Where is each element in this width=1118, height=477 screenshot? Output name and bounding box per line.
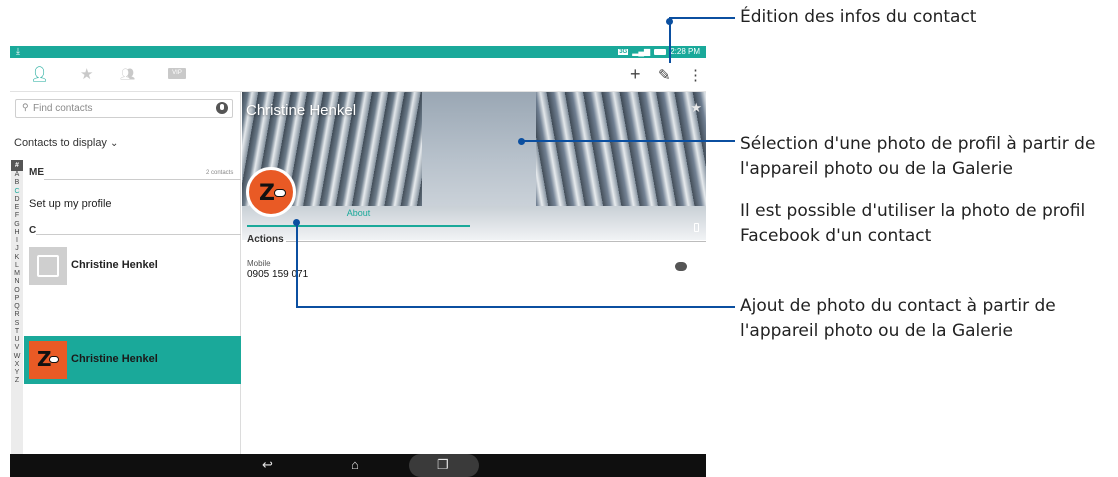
search-input[interactable]: ⚲ Find contacts [15,99,233,118]
back-icon[interactable]: ↩ [262,457,273,473]
alphabet-letter[interactable]: K [11,254,23,262]
callout-leader [669,18,671,63]
alphabet-letter[interactable]: M [11,270,23,278]
favorite-star-icon[interactable]: ★ [690,100,702,116]
mic-icon[interactable] [216,102,228,114]
network-badge: 3G [618,48,629,55]
battery-icon [654,48,667,55]
system-nav-bar: ↩ ⌂ ❐ [10,454,706,477]
groups-tab-icon[interactable]: 👥︎ [120,67,135,81]
actions-header: Actions [247,234,284,245]
contacts-to-display-label: Contacts to display [14,137,107,149]
alphabet-letter[interactable]: Y [11,369,23,377]
phone-type-label: Mobile [247,259,271,268]
manual-figure: ⤓ 3G ▂▄▆ 2:28 PM 👤︎ ★ 👥︎ VIP + ✎ ⋮ ⚲ Fin… [0,0,1118,477]
alphabet-letter[interactable]: Z [11,377,23,385]
alphabet-letter[interactable]: V [11,344,23,352]
alphabet-letter[interactable]: Q [11,303,23,311]
add-contact-icon[interactable]: + [630,64,641,85]
alphabet-letter[interactable]: O [11,287,23,295]
search-placeholder: Find contacts [33,103,93,114]
contact-card-icon [37,255,59,277]
callout-edit: Édition des infos du contact [740,7,977,27]
actions-divider [286,241,706,242]
search-icon: ⚲ [22,102,29,112]
alphabet-letter[interactable]: B [11,179,23,187]
alphabet-letter[interactable]: X [11,361,23,369]
contact-name: Christine Henkel [71,353,158,365]
phone-number[interactable]: 0905 159 071 [247,269,308,280]
signal-icon: ▂▄▆ [632,47,651,56]
recent-apps-icon[interactable]: ❐ [437,457,449,473]
alphabet-letter[interactable]: S [11,320,23,328]
callout-line-1: Ajout de photo du contact à partir de [740,296,1056,316]
callout-line-2: l'appareil photo ou de la Galerie [740,321,1013,341]
clock: 2:28 PM [670,47,700,56]
callout-leader [296,306,735,308]
status-bar: ⤓ 3G ▂▄▆ 2:28 PM [10,46,706,58]
tab-about[interactable]: About [247,207,470,227]
edit-icon[interactable]: ✎ [658,66,671,84]
favorites-tab-icon[interactable]: ★ [80,65,93,83]
setup-profile-link[interactable]: Set up my profile [29,198,112,210]
alphabet-index[interactable]: # A B C D E F G H I J K L M N O P Q R S T U V W X Y Z [11,160,23,455]
alphabet-letter[interactable]: F [11,212,23,220]
logo-z-icon: Z [259,181,275,206]
chevron-down-icon: ⌄ [109,138,119,149]
section-divider [44,179,241,180]
home-icon[interactable]: ⌂ [351,457,359,472]
alphabet-letter[interactable]: L [11,262,23,270]
alphabet-letter[interactable]: P [11,295,23,303]
section-header-me: ME [29,167,44,178]
placeholder-avatar [29,247,67,285]
alphabet-letter[interactable]: W [11,353,23,361]
logo-eye-icon [49,356,59,363]
callout-cover-photo: Sélection d'une photo de profil à partir… [740,132,1095,182]
alphabet-letter[interactable]: C [11,188,23,196]
callout-line-1: Il est possible d'utiliser la photo de p… [740,201,1086,221]
vip-tab-icon[interactable]: VIP [168,68,186,79]
alphabet-letter[interactable]: D [11,196,23,204]
contact-row[interactable]: Christine Henkel [24,242,241,290]
alphabet-letter[interactable]: G [11,221,23,229]
callout-line-2: l'appareil photo ou de la Galerie [740,159,1013,179]
alphabet-letter[interactable]: J [11,245,23,253]
alphabet-letter[interactable]: E [11,204,23,212]
callout-leader [296,222,298,308]
app-toolbar: 👤︎ ★ 👥︎ VIP + ✎ ⋮ [10,58,706,92]
contacts-tab-icon[interactable]: 👤︎ [30,65,49,83]
callout-leader [669,17,735,19]
alphabet-letter[interactable]: T [11,328,23,336]
callout-avatar: Ajout de photo du contact à partir de l'… [740,294,1056,344]
callout-line-1: Sélection d'une photo de profil à partir… [740,134,1096,154]
tablet-screen: ⤓ 3G ▂▄▆ 2:28 PM 👤︎ ★ 👥︎ VIP + ✎ ⋮ ⚲ Fin… [10,46,706,477]
callout-line-2: Facebook d'un contact [740,226,932,246]
contact-avatar: Z [29,341,67,379]
section-count: 2 contacts [206,170,234,176]
alphabet-letter[interactable]: A [11,171,23,179]
contact-title: Christine Henkel [246,102,357,119]
contact-name: Christine Henkel [71,259,158,271]
device-icon [694,223,699,232]
alphabet-letter[interactable]: N [11,278,23,286]
alphabet-letter[interactable]: # [11,160,23,171]
section-divider [36,234,241,235]
alphabet-letter[interactable]: R [11,311,23,319]
callout-leader [521,140,735,142]
logo-eye-icon [274,189,286,197]
alphabet-letter[interactable]: H [11,229,23,237]
overflow-menu-icon[interactable]: ⋮ [688,66,703,84]
download-icon: ⤓ [16,46,20,56]
contacts-list-pane: ⚲ Find contacts Contacts to display ⌄ # A B… [10,92,241,455]
status-indicators: 3G ▂▄▆ 2:28 PM [618,47,700,56]
message-icon[interactable] [675,262,687,271]
contacts-to-display-dropdown[interactable]: Contacts to display ⌄ [14,137,118,149]
contact-row-selected[interactable]: Z Christine Henkel [24,336,241,384]
alphabet-letter[interactable]: I [11,237,23,245]
callout-facebook: Il est possible d'utiliser la photo de p… [740,199,1085,249]
alphabet-letter[interactable]: U [11,336,23,344]
